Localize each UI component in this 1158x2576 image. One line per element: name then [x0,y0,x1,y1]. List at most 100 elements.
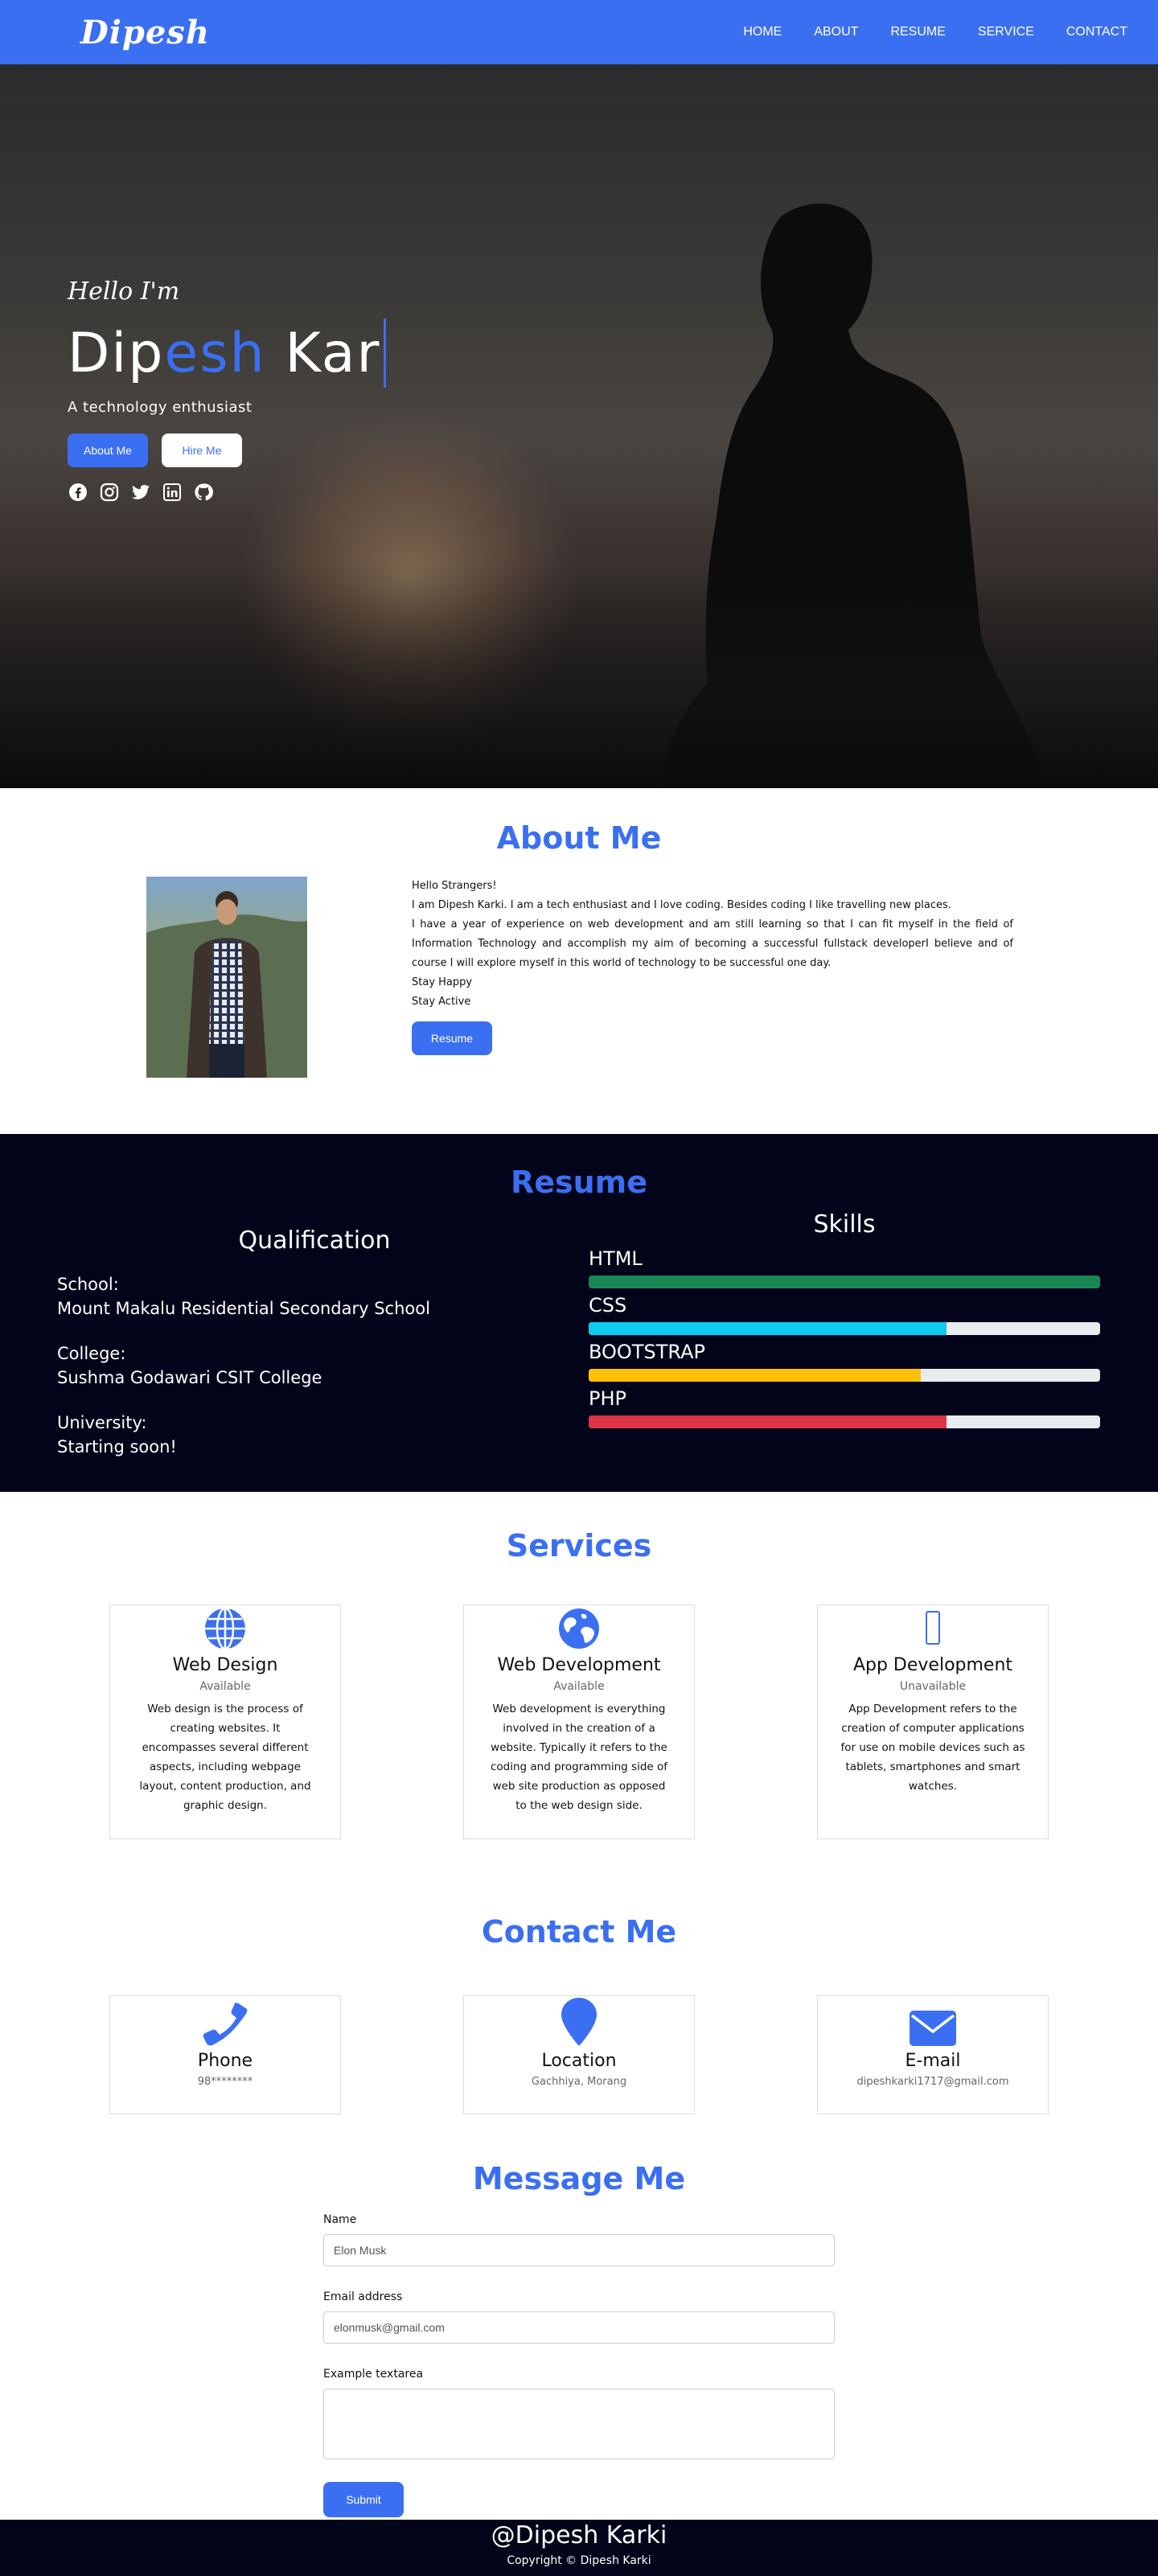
navbar: Dipesh HOME ABOUT RESUME SERVICE CONTACT [0,0,1158,64]
about-title: About Me [496,820,662,856]
twitter-icon[interactable] [130,482,151,503]
hero-name-part1: Dip [68,321,165,385]
service-status: Available [199,1680,251,1693]
contact-title-text: Location [541,2051,617,2071]
service-description: Web design is the process of creating we… [139,1703,311,1812]
name-label: Name [323,2213,357,2226]
service-title: Web Development [497,1655,661,1675]
skill-bar [589,1276,1100,1288]
nav-link-contact[interactable]: CONTACT [1066,25,1127,39]
contact-card: Location Gachhiya, Morang [463,1995,695,2114]
skill-label: PHP [589,1387,626,1410]
qualification-item: University: Starting soon! [57,1411,430,1459]
service-card: App Development Unavailable App Developm… [817,1604,1049,1839]
textarea-label: Example textarea [323,2368,424,2381]
contact-card: E-mail dipeshkarki1717@gmail.com [817,1995,1049,2114]
cloud-shadow [0,563,1158,788]
hero-content: Hello I'm Dip esh Kar A technology enthus… [68,277,387,503]
skills-title: Skills [813,1210,876,1239]
about-line: Hello Strangers! [412,880,497,892]
service-description: App Development refers to the creation o… [840,1703,1025,1793]
location-icon [464,1996,694,2046]
earth-icon [464,1605,694,1650]
skill-label: HTML [589,1247,643,1270]
skill-label: CSS [589,1294,627,1317]
qualification-value: Starting soon! [57,1437,177,1456]
qualification-value: Sushma Godawari CSIT College [57,1368,322,1387]
services-section: Services Web Design Available Web design… [0,1492,1158,1870]
skill-fill [589,1276,1100,1288]
contact-value: dipeshkarki1717@gmail.com [856,2076,1009,2088]
phone-icon [110,1996,340,2046]
skill-fill [589,1415,947,1428]
contact-title: Contact Me [481,1914,677,1949]
services-title: Services [506,1528,652,1563]
qualification-label: School: [57,1275,119,1294]
instagram-icon[interactable] [99,482,120,503]
hero-name-part2: esh [164,321,266,385]
github-icon[interactable] [193,482,214,503]
hero-tagline: A technology enthusiast [68,399,253,416]
submit-button[interactable]: Submit [323,2482,404,2517]
skill-fill [589,1369,922,1382]
hero-name: Dip esh Kar [68,317,387,389]
about-line: I am Dipesh Karki. I am a tech enthusias… [412,899,951,911]
qualification-list: School: Mount Makalu Residential Seconda… [57,1272,430,1480]
about-text: Hello Strangers! I am Dipesh Karki. I am… [412,877,1013,1012]
about-line: I have a year of experience on web devel… [412,918,1013,969]
contact-value: 98******** [197,2076,253,2088]
skill-fill [589,1322,947,1335]
contact-value: Gachhiya, Morang [531,2076,627,2088]
about-line: Stay Happy [412,976,473,988]
contact-title-text: Phone [197,2051,253,2071]
skill-label: BOOTSTRAP [589,1341,705,1363]
about-line: Stay Active [412,996,471,1008]
service-card: Web Design Available Web design is the p… [109,1604,341,1839]
service-title: App Development [852,1655,1013,1675]
email-input[interactable]: elonmusk@gmail.com [323,2311,835,2344]
nav-link-service[interactable]: SERVICE [978,25,1034,39]
facebook-icon[interactable] [68,482,88,503]
footer-copyright: Copyright © Dipesh Karki [507,2554,651,2567]
nav-link-about[interactable]: ABOUT [814,25,858,39]
qualification-value: Mount Makalu Residential Secondary Schoo… [57,1299,430,1318]
nav-link-home[interactable]: HOME [743,25,782,39]
about-me-button[interactable]: About Me [68,433,148,467]
qualification-label: University: [57,1413,147,1432]
service-status: Unavailable [899,1680,967,1693]
globe-icon [110,1605,340,1650]
skill-bootstrap: BOOTSTRAP [589,1340,1100,1382]
service-title: Web Design [172,1655,278,1675]
linkedin-icon[interactable] [162,482,183,503]
hero-section: Hello I'm Dip esh Kar A technology enthus… [0,64,1158,788]
service-card: Web Development Available Web developmen… [463,1604,695,1839]
email-icon [818,1996,1048,2046]
nav-link-resume[interactable]: RESUME [890,25,945,39]
resume-title: Resume [510,1165,648,1200]
name-input[interactable]: Elon Musk [323,2234,835,2266]
skill-bar [589,1415,1100,1428]
service-status: Available [553,1680,605,1693]
nav-links: HOME ABOUT RESUME SERVICE CONTACT [743,25,1127,39]
skill-php: PHP [589,1387,1100,1428]
email-label: Email address [323,2290,403,2303]
footer-handle: @Dipesh Karki [491,2521,667,2549]
message-textarea[interactable] [323,2389,835,2459]
brand-logo[interactable]: Dipesh [80,14,210,51]
resume-button[interactable]: Resume [412,1021,492,1055]
footer: @Dipesh Karki Copyright © Dipesh Karki [0,2520,1158,2576]
mobile-icon [818,1605,1048,1650]
qualification-item: College: Sushma Godawari CSIT College [57,1341,430,1390]
hire-me-button[interactable]: Hire Me [162,433,242,467]
skill-bar [589,1369,1100,1382]
about-section: About Me Hello Strangers! I am Dipesh Ka… [0,788,1158,1134]
profile-photo [146,877,307,1078]
skill-bar [589,1322,1100,1335]
hero-greeting: Hello I'm [68,277,180,306]
message-form: Name Elon Musk Email address elonmusk@gm… [323,2213,835,2517]
qualification-item: School: Mount Makalu Residential Seconda… [57,1272,430,1321]
social-links [68,482,386,503]
contact-card: Phone 98******** [109,1995,341,2114]
service-description: Web development is everything involved i… [490,1703,667,1812]
resume-section: Resume Qualification School: Mount Makal… [0,1134,1158,1492]
